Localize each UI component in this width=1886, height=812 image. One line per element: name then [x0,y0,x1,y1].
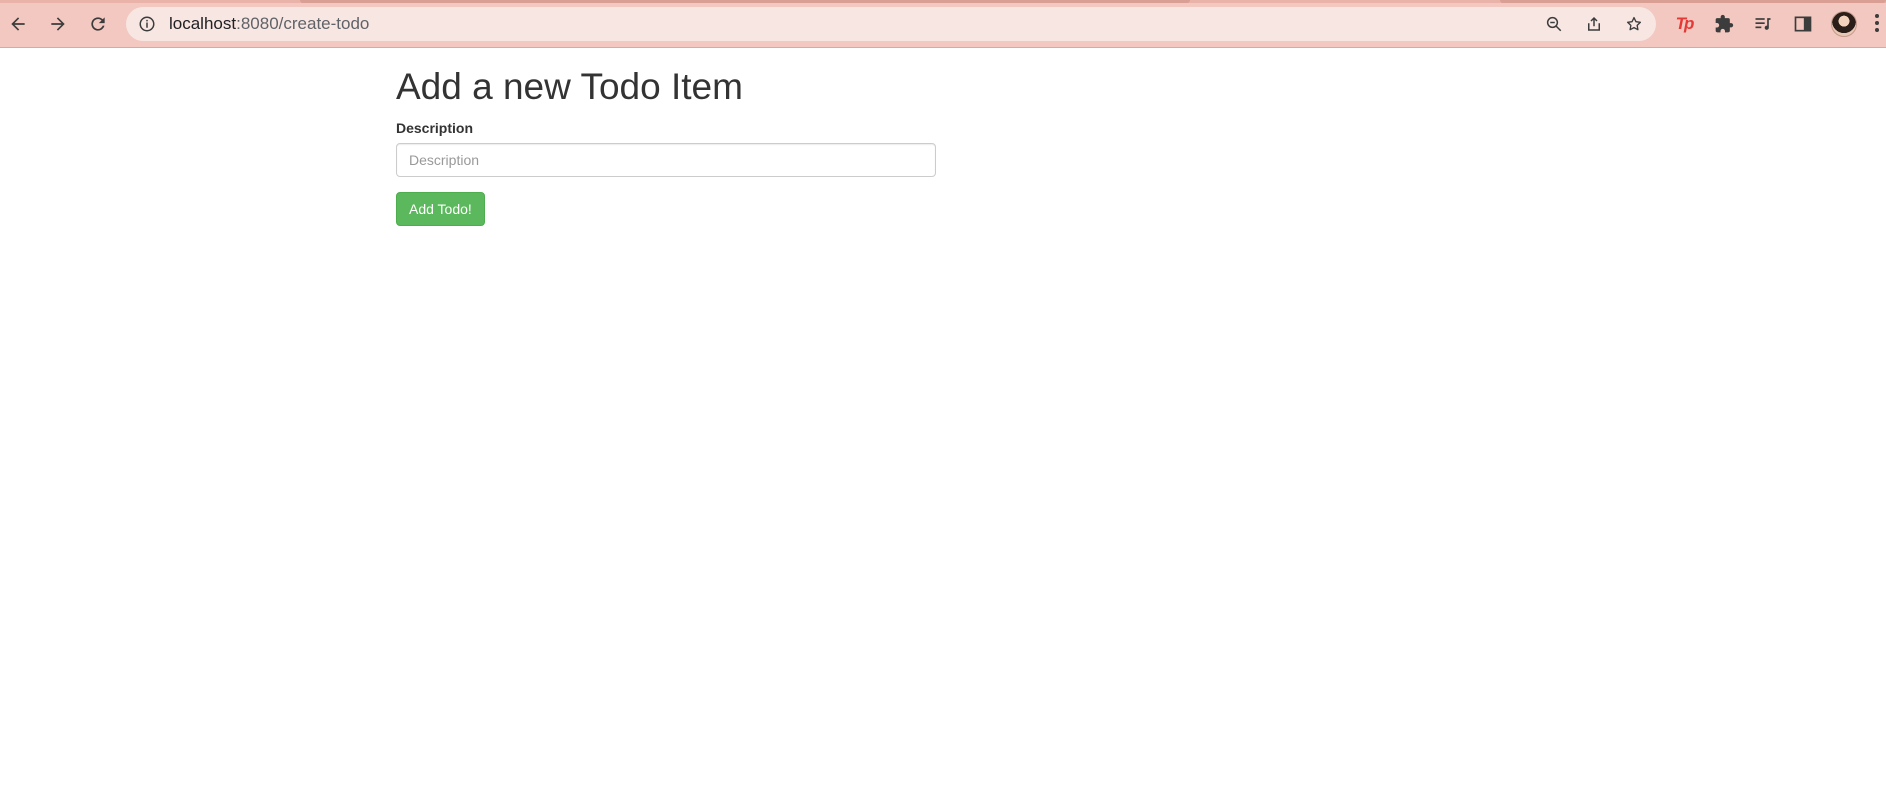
page-title: Add a new Todo Item [396,66,743,107]
url-host: localhost [169,14,237,33]
description-input[interactable] [396,143,936,177]
description-label: Description [396,120,474,136]
site-info-icon[interactable] [138,15,156,33]
side-panel-icon [1794,16,1812,32]
reload-button[interactable] [82,8,114,40]
tp-extension-button[interactable]: Tp [1672,12,1696,36]
zoom-out-icon [1546,16,1562,32]
profile-avatar[interactable] [1831,11,1857,37]
browser-toolbar: localhost:8080/create-todo Tp [0,0,1886,48]
forward-button[interactable] [42,8,74,40]
url-text[interactable]: localhost:8080/create-todo [169,15,369,33]
more-menu-icon[interactable] [1874,14,1880,34]
reading-list-button[interactable] [1751,12,1775,36]
extensions-button[interactable] [1712,12,1736,36]
zoom-button[interactable] [1543,13,1565,35]
extensions-puzzle-icon [1715,14,1734,33]
url-path: :8080/create-todo [236,14,370,33]
back-arrow-icon [11,17,25,31]
bookmark-star-icon [1626,16,1642,31]
page-content: Add a new Todo Item Description Add Todo… [0,49,1886,812]
share-button[interactable] [1583,13,1605,35]
add-todo-button[interactable]: Add Todo! [396,192,485,226]
side-panel-button[interactable] [1791,12,1815,36]
bookmark-button[interactable] [1623,13,1645,35]
share-icon [1588,16,1600,31]
tp-extension-icon: Tp [1675,14,1695,33]
tab-strip-edge [0,0,1886,3]
reload-icon [91,17,105,31]
address-bar[interactable]: localhost:8080/create-todo [126,7,1656,41]
forward-arrow-icon [51,17,65,31]
reading-list-icon [1755,18,1771,30]
back-button[interactable] [2,8,34,40]
